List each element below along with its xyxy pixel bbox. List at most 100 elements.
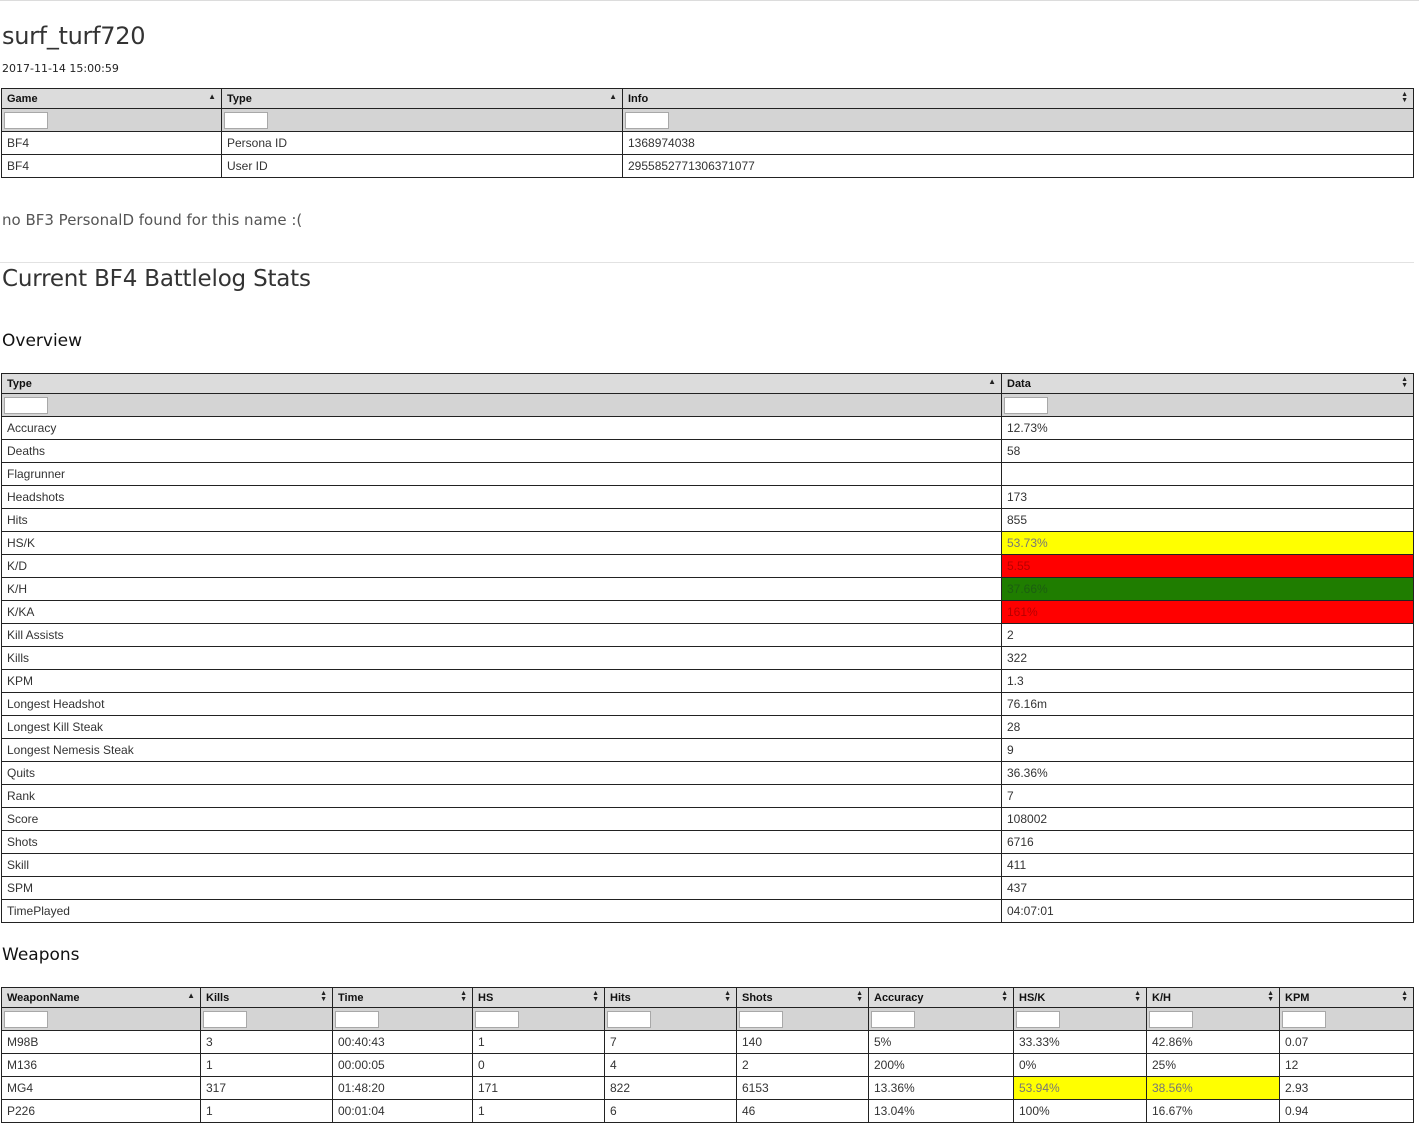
sort-both-icon[interactable]: ▲ ▼ — [1401, 91, 1408, 104]
table-cell-hits: 7 — [604, 1030, 737, 1054]
table-row: K/H 37.66% — [1, 577, 1414, 601]
sort-both-icon[interactable]: ▲ ▼ — [1134, 990, 1141, 1003]
table-row: Kills 322 — [1, 646, 1414, 670]
column-header-label: HS — [478, 991, 494, 1004]
table-row: SPM 437 — [1, 876, 1414, 900]
table-cell-data: 37.66% — [1001, 577, 1414, 601]
sort-ascending-icon[interactable]: ▲ — [208, 93, 216, 101]
filter-input-kpm[interactable] — [1282, 1010, 1326, 1028]
filter-input-weaponname[interactable] — [4, 1010, 48, 1028]
table-cell-data: 161% — [1001, 600, 1414, 624]
weapons-table: WeaponName ▲ Kills ▲ ▼ Time ▲ ▼ HS ▲ ▼ Hits ▲ ▼ Shots ▲… — [1, 987, 1414, 1123]
table-cell-time: 00:01:04 — [332, 1099, 473, 1123]
header-row: Type ▲ Data ▲ ▼ — [1, 373, 1414, 394]
table-cell-info: 1368974038 — [622, 131, 1414, 155]
table-cell-type: Rank — [1, 784, 1002, 808]
filter-input-accuracy[interactable] — [871, 1010, 915, 1028]
column-header-label: Shots — [742, 991, 773, 1004]
table-cell-type: Quits — [1, 761, 1002, 785]
column-header-label: KPM — [1285, 991, 1310, 1004]
filter-input-info[interactable] — [625, 111, 669, 129]
table-cell-data: 12.73% — [1001, 416, 1414, 440]
column-header-time[interactable]: Time ▲ ▼ — [332, 987, 473, 1008]
filter-input-kills[interactable] — [203, 1010, 247, 1028]
column-header-label: WeaponName — [7, 991, 80, 1004]
table-cell-weaponname: M98B — [1, 1030, 201, 1054]
table-cell-data: 855 — [1001, 508, 1414, 532]
column-header-shots[interactable]: Shots ▲ ▼ — [736, 987, 869, 1008]
filter-input-hs-k[interactable] — [1016, 1010, 1060, 1028]
sort-both-icon[interactable]: ▲ ▼ — [460, 990, 467, 1003]
column-header-kills[interactable]: Kills ▲ ▼ — [200, 987, 333, 1008]
table-cell-hs: 0 — [472, 1053, 605, 1077]
column-header-type[interactable]: Type ▲ — [221, 88, 623, 109]
table-cell-type: Longest Headshot — [1, 692, 1002, 716]
table-cell-weaponname: MG4 — [1, 1076, 201, 1100]
table-row: K/KA 161% — [1, 600, 1414, 624]
filter-input-hits[interactable] — [607, 1010, 651, 1028]
table-cell-hs-k: 33.33% — [1013, 1030, 1147, 1054]
column-header-label: Type — [7, 377, 32, 390]
column-header-data[interactable]: Data ▲ ▼ — [1001, 373, 1414, 394]
filter-cell — [604, 1007, 737, 1031]
column-header-hits[interactable]: Hits ▲ ▼ — [604, 987, 737, 1008]
filter-cell — [1279, 1007, 1414, 1031]
column-header-hs-k[interactable]: HS/K ▲ ▼ — [1013, 987, 1147, 1008]
table-cell-data: 437 — [1001, 876, 1414, 900]
sort-both-icon[interactable]: ▲ ▼ — [1267, 990, 1274, 1003]
filter-input-k-h[interactable] — [1149, 1010, 1193, 1028]
table-row: Flagrunner — [1, 462, 1414, 486]
filter-input-game[interactable] — [4, 111, 48, 129]
table-cell-data: 28 — [1001, 715, 1414, 739]
column-header-k-h[interactable]: K/H ▲ ▼ — [1146, 987, 1280, 1008]
sort-ascending-icon[interactable]: ▲ — [609, 93, 617, 101]
sort-both-icon[interactable]: ▲ ▼ — [856, 990, 863, 1003]
column-header-info[interactable]: Info ▲ ▼ — [622, 88, 1414, 109]
filter-input-time[interactable] — [335, 1010, 379, 1028]
table-cell-shots: 46 — [736, 1099, 869, 1123]
sort-both-icon[interactable]: ▲ ▼ — [1401, 990, 1408, 1003]
table-cell-data: 04:07:01 — [1001, 899, 1414, 923]
column-header-type[interactable]: Type ▲ — [1, 373, 1002, 394]
table-cell-type: Longest Nemesis Steak — [1, 738, 1002, 762]
table-cell-hs-k: 53.94% — [1013, 1076, 1147, 1100]
table-cell-accuracy: 200% — [868, 1053, 1014, 1077]
sort-both-icon[interactable]: ▲ ▼ — [320, 990, 327, 1003]
table-cell-time: 00:00:05 — [332, 1053, 473, 1077]
table-cell-type: Longest Kill Steak — [1, 715, 1002, 739]
table-cell-k-h: 16.67% — [1146, 1099, 1280, 1123]
filter-cell — [1, 108, 222, 132]
table-cell-type: SPM — [1, 876, 1002, 900]
filter-input-data[interactable] — [1004, 396, 1048, 414]
column-header-label: Kills — [206, 991, 230, 1004]
column-header-hs[interactable]: HS ▲ ▼ — [472, 987, 605, 1008]
filter-input-shots[interactable] — [739, 1010, 783, 1028]
table-cell-data: 53.73% — [1001, 531, 1414, 555]
table-row: K/D 5.55 — [1, 554, 1414, 578]
column-header-weaponname[interactable]: WeaponName ▲ — [1, 987, 201, 1008]
sort-ascending-icon[interactable]: ▲ — [187, 992, 195, 1000]
table-row: Skill 411 — [1, 853, 1414, 877]
filter-input-type[interactable] — [4, 396, 48, 414]
table-row: Accuracy 12.73% — [1, 416, 1414, 440]
sort-ascending-icon[interactable]: ▲ — [988, 378, 996, 386]
column-header-kpm[interactable]: KPM ▲ ▼ — [1279, 987, 1414, 1008]
table-cell-kpm: 0.07 — [1279, 1030, 1414, 1054]
table-row: Kill Assists 2 — [1, 623, 1414, 647]
sort-both-icon[interactable]: ▲ ▼ — [592, 990, 599, 1003]
top-divider — [0, 0, 1419, 1]
table-row: KPM 1.3 — [1, 669, 1414, 693]
table-cell-hs-k: 100% — [1013, 1099, 1147, 1123]
table-cell-type: Headshots — [1, 485, 1002, 509]
filter-input-type[interactable] — [224, 111, 268, 129]
column-header-game[interactable]: Game ▲ — [1, 88, 222, 109]
sort-both-icon[interactable]: ▲ ▼ — [1001, 990, 1008, 1003]
filter-cell — [1001, 393, 1414, 417]
header-row: Game ▲ Type ▲ Info ▲ ▼ — [1, 88, 1414, 109]
column-header-accuracy[interactable]: Accuracy ▲ ▼ — [868, 987, 1014, 1008]
table-row: TimePlayed 04:07:01 — [1, 899, 1414, 923]
sort-both-icon[interactable]: ▲ ▼ — [724, 990, 731, 1003]
sort-both-icon[interactable]: ▲ ▼ — [1401, 376, 1408, 389]
filter-input-hs[interactable] — [475, 1010, 519, 1028]
filter-cell — [332, 1007, 473, 1031]
